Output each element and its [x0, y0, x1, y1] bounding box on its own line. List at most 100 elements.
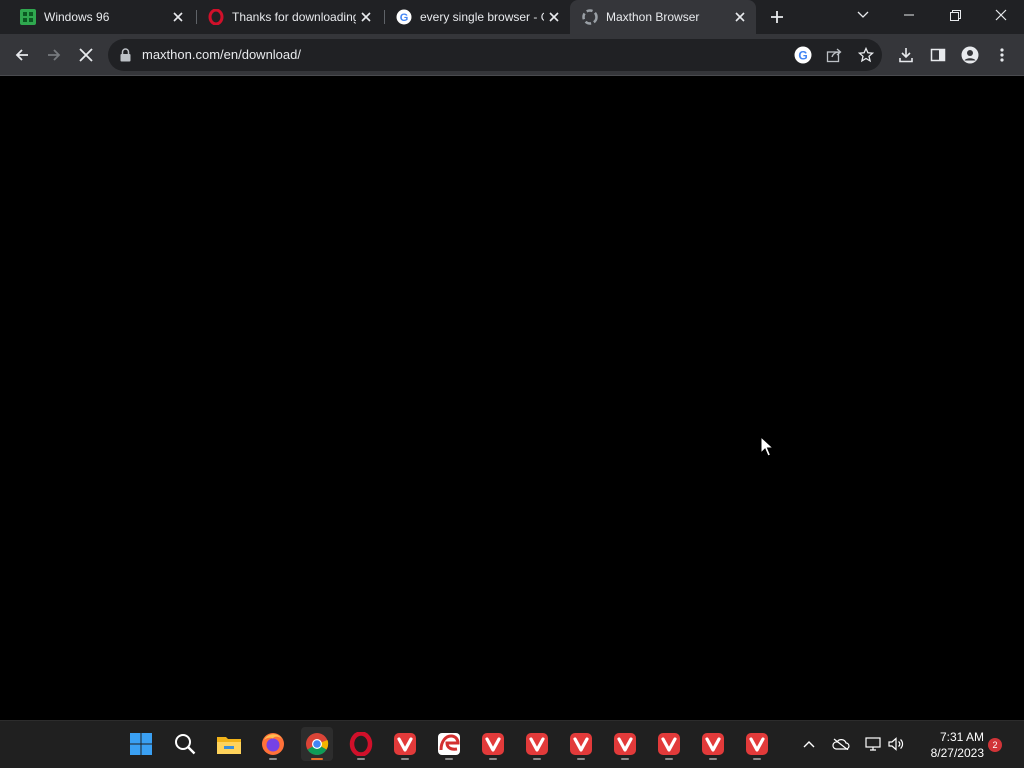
- vivaldi-icon: [702, 733, 724, 755]
- running-indicator: [489, 758, 497, 760]
- tab-title: Maxthon Browser: [606, 10, 700, 24]
- tab-title: Windows 96: [44, 10, 110, 24]
- back-button[interactable]: [9, 42, 35, 68]
- volume-tray-icon[interactable]: [885, 733, 907, 755]
- mouse-cursor-icon: [760, 436, 774, 457]
- start-icon: [130, 733, 152, 755]
- lock-icon[interactable]: [118, 47, 132, 63]
- chrome-button[interactable]: [301, 727, 333, 761]
- url-text[interactable]: maxthon.com/en/download/: [142, 47, 301, 62]
- clock-date: 8/27/2023: [930, 746, 984, 760]
- minimize-button[interactable]: [889, 0, 929, 30]
- svg-text:G: G: [400, 12, 409, 24]
- vivaldi-icon: [394, 733, 416, 755]
- google-icon: G: [794, 46, 812, 64]
- download-icon: [899, 48, 913, 63]
- chevron-down-icon: [857, 11, 869, 18]
- vivaldi-button[interactable]: [653, 727, 685, 761]
- share-button[interactable]: [821, 42, 847, 68]
- running-indicator: [445, 758, 453, 760]
- notification-badge[interactable]: 2: [988, 738, 1002, 752]
- vivaldi-icon: [746, 733, 768, 755]
- vivaldi-button[interactable]: [389, 727, 421, 761]
- tab-search-button[interactable]: [843, 0, 883, 30]
- menu-button[interactable]: [989, 42, 1015, 68]
- close-tab-icon[interactable]: [358, 9, 374, 25]
- vivaldi-button[interactable]: [697, 727, 729, 761]
- vivaldi-icon: [570, 733, 592, 755]
- google-icon: G: [396, 9, 412, 25]
- page-content[interactable]: [0, 76, 1024, 720]
- tab-every-single-browser[interactable]: G every single browser - G: [384, 0, 570, 34]
- vivaldi-button[interactable]: [565, 727, 597, 761]
- close-icon: [79, 48, 93, 62]
- restore-button[interactable]: [935, 0, 975, 30]
- vivaldi-button[interactable]: [521, 727, 553, 761]
- vivaldi-button[interactable]: [609, 727, 641, 761]
- running-indicator: [269, 758, 277, 760]
- forward-arrow-icon: [48, 49, 61, 61]
- minimize-icon: [904, 14, 914, 16]
- running-indicator: [621, 758, 629, 760]
- close-icon: [995, 9, 1007, 21]
- restore-icon: [949, 9, 961, 21]
- chrome-icon: [306, 733, 329, 755]
- onedrive-tray-icon[interactable]: [830, 733, 852, 755]
- taskbar: 7:31 AM 8/27/2023 2: [0, 720, 1024, 768]
- avatar-icon: [961, 46, 979, 64]
- address-bar[interactable]: maxthon.com/en/download/ G: [108, 39, 882, 71]
- clock-time: 7:31 AM: [939, 730, 984, 744]
- downloads-button[interactable]: [893, 42, 919, 68]
- close-tab-icon[interactable]: [546, 9, 562, 25]
- running-indicator: [709, 758, 717, 760]
- start-button[interactable]: [125, 727, 157, 761]
- search-icon: [175, 734, 196, 755]
- opera-icon: [208, 9, 224, 25]
- opera-button[interactable]: [345, 727, 377, 761]
- browser-toolbar: maxthon.com/en/download/ G: [0, 34, 1024, 76]
- vivaldi-button[interactable]: [741, 727, 773, 761]
- kebab-menu-icon: [1000, 48, 1004, 62]
- opera-icon: [349, 732, 373, 756]
- windows96-icon: [20, 9, 36, 25]
- running-indicator: [311, 758, 323, 760]
- taskbar-clock[interactable]: 7:31 AM 8/27/2023: [912, 729, 984, 761]
- running-indicator: [533, 758, 541, 760]
- firefox-button[interactable]: [257, 727, 289, 761]
- file-explorer-icon: [217, 737, 241, 754]
- network-tray-icon[interactable]: [862, 733, 884, 755]
- stop-loading-button[interactable]: [73, 42, 99, 68]
- tab-thanks-for-downloading[interactable]: Thanks for downloading: [196, 0, 382, 34]
- show-hidden-icons-button[interactable]: [798, 733, 820, 755]
- running-indicator: [401, 758, 409, 760]
- maxthon-icon: [582, 9, 598, 25]
- running-indicator: [665, 758, 673, 760]
- tab-strip: Windows 96 Thanks for downloading G ever…: [0, 0, 1024, 34]
- share-icon: [826, 48, 842, 63]
- firefox-icon: [262, 733, 284, 755]
- bookmark-button[interactable]: [853, 42, 879, 68]
- volume-icon: [888, 737, 904, 751]
- side-panel-button[interactable]: [925, 42, 951, 68]
- file-explorer-button[interactable]: [213, 727, 245, 761]
- tab-windows96[interactable]: Windows 96: [8, 0, 194, 34]
- close-window-button[interactable]: [981, 0, 1021, 30]
- forward-button[interactable]: [41, 42, 67, 68]
- close-tab-icon[interactable]: [732, 9, 748, 25]
- vivaldi-icon: [482, 733, 504, 755]
- close-tab-icon[interactable]: [170, 9, 186, 25]
- vivaldi-icon: [526, 733, 548, 755]
- vivaldi-icon: [658, 733, 680, 755]
- edge-button[interactable]: [433, 727, 465, 761]
- star-icon: [858, 47, 874, 63]
- taskbar-search-button[interactable]: [169, 727, 201, 761]
- running-indicator: [753, 758, 761, 760]
- tab-maxthon-browser[interactable]: Maxthon Browser: [570, 0, 756, 34]
- plus-icon: [771, 11, 783, 23]
- new-tab-button[interactable]: [766, 6, 788, 28]
- google-lens-button[interactable]: G: [790, 42, 816, 68]
- svg-text:G: G: [798, 49, 807, 63]
- tab-title: Thanks for downloading: [232, 10, 356, 24]
- profile-button[interactable]: [957, 42, 983, 68]
- vivaldi-button[interactable]: [477, 727, 509, 761]
